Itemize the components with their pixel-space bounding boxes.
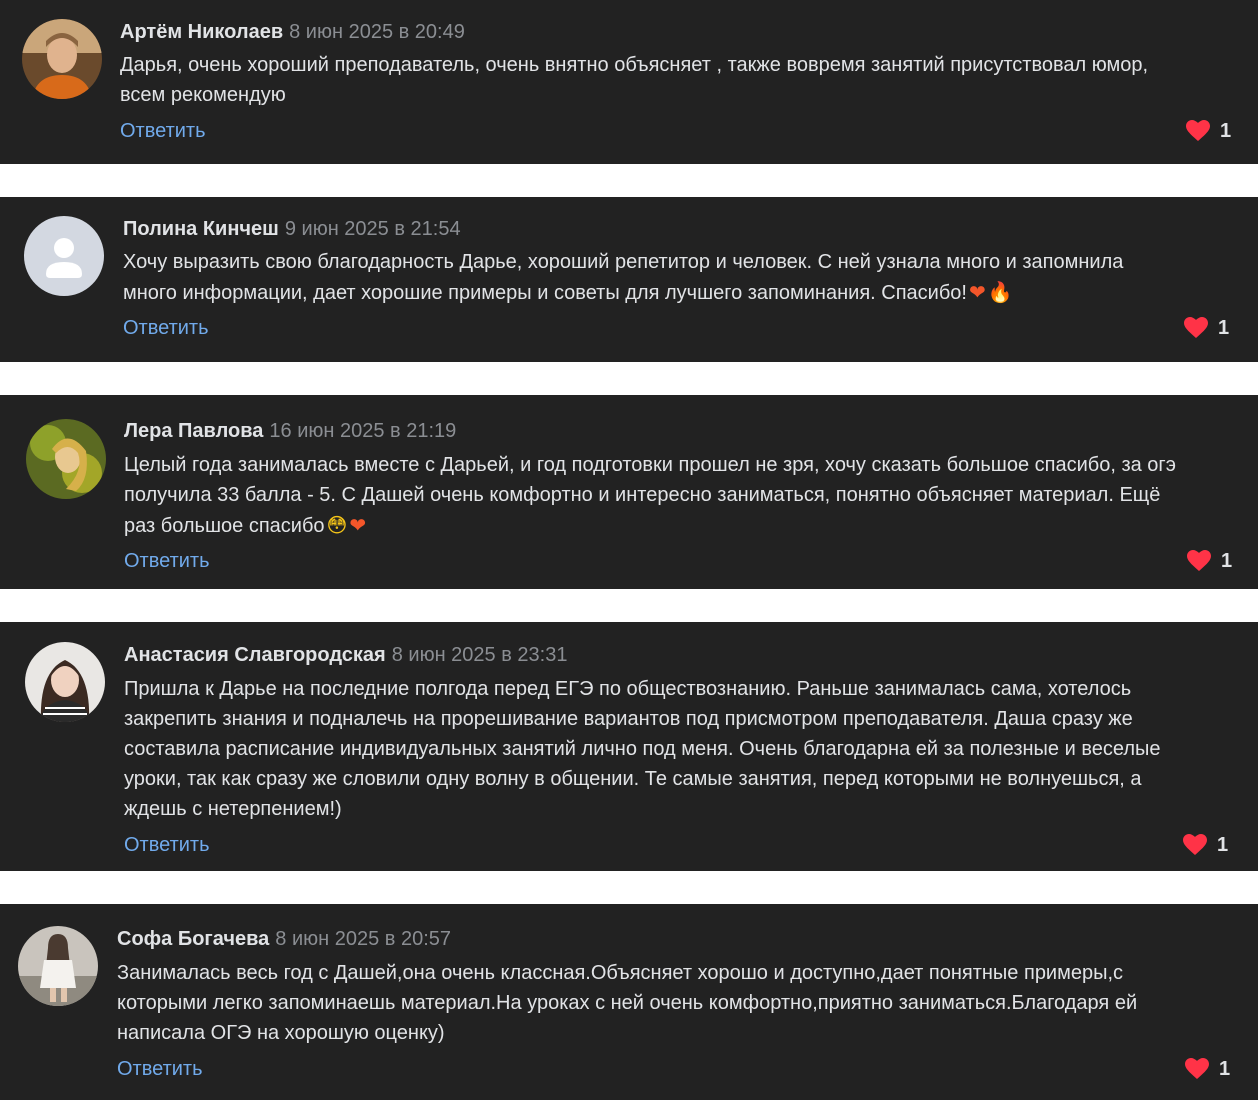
- comment-text-body: Занималась весь год с Дашей,она очень кл…: [117, 962, 1138, 1044]
- heart-icon: [1186, 120, 1210, 141]
- avatar[interactable]: [22, 19, 102, 99]
- comment-card: Анастасия Славгородская 8 июн 2025 в 23:3…: [0, 622, 1258, 871]
- user-photo-icon: [22, 19, 102, 99]
- like-count: 1: [1217, 833, 1229, 856]
- comment-header: Артём Николаев 8 июн 2025 в 20:49: [120, 19, 465, 45]
- reply-button[interactable]: Ответить: [123, 315, 209, 341]
- comment-date[interactable]: 8 июн 2025 в 20:57: [275, 928, 451, 950]
- author-name[interactable]: Артём Николаев: [120, 21, 283, 43]
- heart-icon: [1187, 550, 1211, 571]
- comment-date[interactable]: 8 июн 2025 в 20:49: [289, 21, 465, 43]
- heart-icon: [1183, 834, 1207, 855]
- comment-text: Целый года занималась вместе с Дарьей, и…: [124, 450, 1224, 541]
- orange-heart-emoji-icon: ❤: [349, 513, 367, 537]
- comment-header: Лера Павлова 16 июн 2025 в 21:19: [124, 418, 456, 444]
- user-photo-icon: [26, 419, 106, 499]
- comment-header: Анастасия Славгородская 8 июн 2025 в 23:3…: [124, 642, 567, 668]
- like-button[interactable]: 1: [1187, 548, 1232, 574]
- author-name[interactable]: Анастасия Славгородская: [124, 644, 386, 666]
- comment-text: Пришла к Дарье на последние полгода пере…: [124, 674, 1224, 824]
- comment-header: Софа Богачева 8 июн 2025 в 20:57: [117, 926, 451, 952]
- flushed-face-emoji-icon: 😳: [326, 513, 348, 537]
- avatar[interactable]: [24, 216, 104, 296]
- comment-card: Артём Николаев 8 июн 2025 в 20:49 Дарья, …: [0, 0, 1258, 164]
- like-count: 1: [1218, 316, 1230, 339]
- author-name[interactable]: Софа Богачева: [117, 928, 269, 950]
- comment-date[interactable]: 9 июн 2025 в 21:54: [285, 218, 461, 240]
- reply-button[interactable]: Ответить: [124, 832, 210, 858]
- reply-button[interactable]: Ответить: [120, 118, 206, 144]
- comment-text: Занималась весь год с Дашей,она очень кл…: [117, 958, 1217, 1048]
- orange-heart-emoji-icon: ❤: [968, 280, 986, 304]
- like-count: 1: [1220, 119, 1232, 142]
- heart-icon: [1185, 1058, 1209, 1079]
- avatar[interactable]: [25, 642, 105, 722]
- comment-text-body: Пришла к Дарье на последние полгода пере…: [124, 678, 1161, 820]
- user-photo-icon: [18, 926, 98, 1006]
- comment-date[interactable]: 8 июн 2025 в 23:31: [392, 644, 568, 666]
- like-button[interactable]: 1: [1186, 118, 1231, 144]
- like-count: 1: [1219, 1057, 1231, 1080]
- like-count: 1: [1221, 549, 1233, 572]
- like-button[interactable]: 1: [1185, 1056, 1230, 1082]
- avatar[interactable]: [26, 419, 106, 499]
- fire-emoji-icon: 🔥: [987, 280, 1013, 304]
- comment-card: Лера Павлова 16 июн 2025 в 21:19 Целый го…: [0, 395, 1258, 589]
- comment-text: Хочу выразить свою благодарность Дарье, …: [123, 247, 1223, 308]
- reply-button[interactable]: Ответить: [124, 548, 210, 574]
- comment-date[interactable]: 16 июн 2025 в 21:19: [269, 420, 456, 442]
- comment-text-body: Целый года занималась вместе с Дарьей, и…: [124, 454, 1176, 537]
- comment-text-body: Дарья, очень хороший преподаватель, очен…: [120, 54, 1149, 106]
- like-button[interactable]: 1: [1183, 832, 1228, 858]
- comment-card: Полина Кинчеш 9 июн 2025 в 21:54 Хочу выр…: [0, 197, 1258, 362]
- comment-card: Софа Богачева 8 июн 2025 в 20:57 Занимала…: [0, 904, 1258, 1100]
- reply-button[interactable]: Ответить: [117, 1056, 203, 1082]
- author-name[interactable]: Полина Кинчеш: [123, 218, 279, 240]
- comment-text: Дарья, очень хороший преподаватель, очен…: [120, 50, 1220, 110]
- heart-icon: [1184, 317, 1208, 338]
- author-name[interactable]: Лера Павлова: [124, 420, 263, 442]
- like-button[interactable]: 1: [1184, 315, 1229, 341]
- user-photo-icon: [25, 642, 105, 722]
- default-user-icon: [24, 216, 104, 296]
- comment-header: Полина Кинчеш 9 июн 2025 в 21:54: [123, 216, 461, 242]
- avatar[interactable]: [18, 926, 98, 1006]
